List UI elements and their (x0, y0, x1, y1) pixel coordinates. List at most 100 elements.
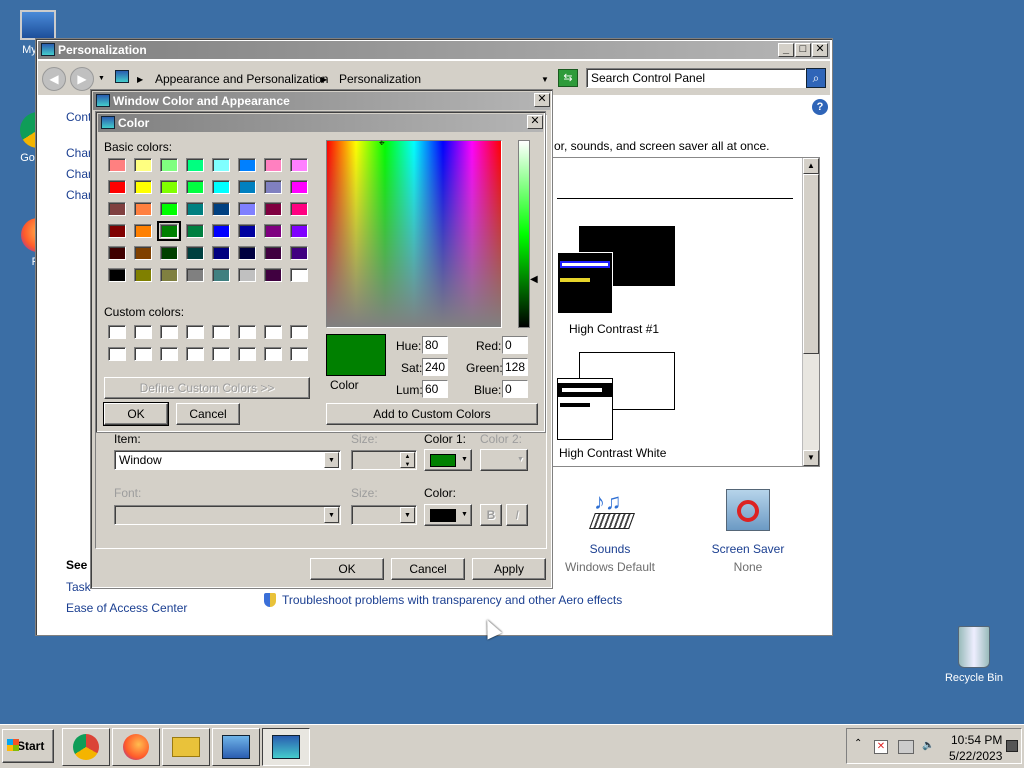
see-also-taskbar[interactable]: Task (66, 580, 91, 594)
basic-color-swatch[interactable] (264, 268, 282, 282)
basic-color-swatch[interactable] (264, 180, 282, 194)
address-dropdown-icon[interactable]: ▼ (541, 71, 549, 89)
lum-input[interactable]: 60 (422, 380, 448, 398)
blue-input[interactable]: 0 (502, 380, 528, 398)
basic-color-swatch[interactable] (238, 202, 256, 216)
custom-color-swatch[interactable] (264, 347, 282, 361)
custom-color-swatch[interactable] (238, 325, 256, 339)
basic-color-swatch[interactable] (134, 246, 152, 260)
custom-color-swatch[interactable] (108, 325, 126, 339)
basic-color-swatch[interactable] (238, 180, 256, 194)
hue-input[interactable]: 80 (422, 336, 448, 354)
basic-color-swatch[interactable] (108, 246, 126, 260)
color2-button[interactable]: ▼ (480, 449, 528, 471)
color-spectrum[interactable]: ⌖ (326, 139, 502, 328)
wca-title-bar[interactable]: Window Color and Appearance (93, 92, 550, 110)
item-select[interactable]: Window ▼ (114, 450, 341, 470)
help-icon[interactable]: ? (812, 99, 828, 115)
font-select[interactable]: ▼ (114, 505, 341, 525)
network-icon[interactable] (898, 740, 914, 754)
personalization-title-bar[interactable]: Personalization (38, 41, 830, 59)
basic-color-swatch[interactable] (186, 158, 204, 172)
custom-color-swatch[interactable] (134, 347, 152, 361)
basic-color-swatch[interactable] (290, 202, 308, 216)
theme-list-scrollbar[interactable]: ▲ ▼ (802, 158, 819, 466)
custom-color-swatch[interactable] (290, 325, 308, 339)
taskbar-firefox[interactable] (112, 728, 160, 766)
basic-color-swatch[interactable] (186, 224, 204, 238)
basic-color-swatch[interactable] (212, 268, 230, 282)
font-size-select[interactable]: ▼ (351, 505, 417, 525)
sat-input[interactable]: 240 (422, 358, 448, 376)
basic-color-swatch[interactable] (160, 158, 178, 172)
taskbar-personalization[interactable] (262, 728, 310, 766)
basic-color-swatch[interactable] (108, 268, 126, 282)
basic-color-swatch[interactable] (238, 246, 256, 260)
basic-color-swatch[interactable] (134, 224, 152, 238)
basic-color-swatch[interactable] (108, 158, 126, 172)
maximize-button[interactable]: □ (795, 43, 811, 57)
basic-color-swatch[interactable] (264, 246, 282, 260)
custom-color-swatch[interactable] (134, 325, 152, 339)
taskbar-chrome[interactable] (62, 728, 110, 766)
basic-color-swatch[interactable] (186, 180, 204, 194)
luminance-arrow-icon[interactable]: ◀ (530, 274, 538, 285)
left-link-change-1[interactable]: Char (66, 146, 92, 160)
custom-color-swatch[interactable] (160, 347, 178, 361)
custom-color-swatch[interactable] (212, 347, 230, 361)
left-link-control-panel-home[interactable]: Cont (66, 110, 91, 124)
clock-date[interactable]: 5/22/2023 (949, 749, 1002, 763)
recent-pages-icon[interactable]: ▼ (98, 75, 105, 82)
action-center-icon[interactable]: ✕ (874, 740, 888, 754)
basic-color-swatch[interactable] (238, 158, 256, 172)
close-button[interactable]: ✕ (812, 43, 828, 57)
color-close-button[interactable]: ✕ (527, 115, 543, 129)
green-input[interactable]: 128 (502, 358, 528, 376)
start-button[interactable]: Start (2, 729, 54, 763)
basic-color-swatch[interactable] (160, 202, 178, 216)
wca-cancel-button[interactable]: Cancel (391, 558, 465, 580)
basic-color-swatch[interactable] (212, 202, 230, 216)
basic-color-swatch[interactable] (186, 268, 204, 282)
luminance-slider[interactable] (518, 140, 530, 328)
see-also-ease-of-access[interactable]: Ease of Access Center (66, 601, 187, 615)
taskbar-control-panel[interactable] (212, 728, 260, 766)
bold-button[interactable]: B (480, 504, 502, 526)
basic-color-swatch[interactable] (134, 158, 152, 172)
wca-apply-button[interactable]: Apply (472, 558, 546, 580)
wca-close-button[interactable]: ✕ (534, 93, 550, 107)
basic-color-swatch[interactable] (108, 180, 126, 194)
custom-color-swatch[interactable] (264, 325, 282, 339)
clock-time[interactable]: 10:54 PM (951, 733, 1002, 747)
basic-color-swatch[interactable] (290, 180, 308, 194)
refresh-button[interactable]: ⇆ (558, 69, 578, 87)
forward-button[interactable]: ▶ (70, 67, 94, 91)
basic-color-swatch[interactable] (264, 202, 282, 216)
basic-color-swatch[interactable] (134, 180, 152, 194)
basic-color-swatch[interactable] (290, 268, 308, 282)
basic-color-swatch[interactable] (212, 180, 230, 194)
custom-color-swatch[interactable] (290, 347, 308, 361)
basic-color-swatch[interactable] (134, 268, 152, 282)
basic-color-swatch[interactable] (186, 202, 204, 216)
theme-list[interactable]: High Contrast #1 High Contrast White ▲ ▼ (552, 157, 820, 467)
basic-color-swatch[interactable] (212, 246, 230, 260)
search-icon[interactable]: ⌕ (806, 68, 826, 88)
scroll-thumb[interactable] (803, 174, 819, 354)
breadcrumb-personalization[interactable]: Personalization (339, 70, 421, 88)
font-color-button[interactable]: ▼ (424, 504, 472, 526)
theme-high-contrast-1[interactable]: High Contrast #1 (557, 226, 677, 336)
sounds-item[interactable]: ♪♫ Sounds Windows Default (560, 485, 660, 575)
troubleshoot-link[interactable]: Troubleshoot problems with transparency … (282, 593, 622, 607)
screensaver-item[interactable]: Screen Saver None (698, 485, 798, 575)
custom-color-swatch[interactable] (160, 325, 178, 339)
basic-color-swatch[interactable] (212, 224, 230, 238)
color-ok-button[interactable]: OK (103, 402, 169, 426)
custom-color-swatch[interactable] (238, 347, 256, 361)
scroll-down-button[interactable]: ▼ (803, 450, 819, 466)
basic-color-swatch[interactable] (160, 268, 178, 282)
left-link-change-2[interactable]: Char (66, 167, 92, 181)
basic-color-swatch[interactable] (108, 224, 126, 238)
basic-color-swatch[interactable] (160, 180, 178, 194)
basic-color-swatch[interactable] (290, 224, 308, 238)
